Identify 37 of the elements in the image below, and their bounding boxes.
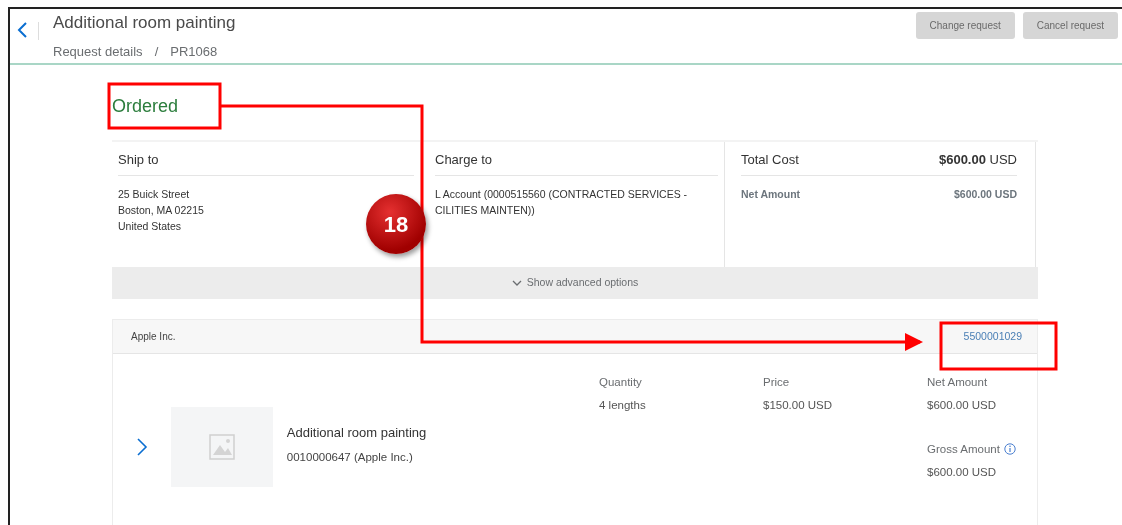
chevron-right-icon (135, 437, 149, 457)
breadcrumb-current: PR1068 (170, 43, 218, 61)
field-label: Gross Amount (927, 441, 1000, 457)
section-title: Charge to (435, 150, 718, 176)
chevron-down-icon (511, 279, 522, 287)
step-badge: 18 (366, 194, 426, 254)
show-advanced-options-button[interactable]: Show advanced options (511, 275, 639, 291)
field-value: 4 lengths (599, 398, 647, 414)
breadcrumb-link[interactable]: Request details (53, 42, 143, 62)
field-label: Quantity (599, 375, 642, 390)
address-line: Boston, MA 02215 (118, 202, 204, 218)
field-label: Price (763, 375, 790, 390)
expand-button[interactable] (135, 437, 149, 457)
item-name: Additional room painting (286, 424, 428, 442)
breadcrumb-separator: / (154, 43, 159, 61)
account-line: L Account (0000515560 (CONTRACTED SERVICES - (435, 186, 688, 202)
amount-value: $600.00 USD (953, 186, 1017, 202)
field-label: Net Amount (927, 375, 988, 390)
status-text: Ordered (112, 96, 179, 116)
back-icon (16, 21, 30, 39)
field-value: $600.00 USD (927, 464, 998, 480)
field-value: $600.00 USD (927, 398, 998, 414)
field-value: $150.00 USD (763, 398, 834, 414)
total-cost-amount: $600.00 USD (938, 151, 1017, 169)
account-line: CILITIES MAINTEN)) (435, 202, 535, 218)
order-number-link[interactable]: 5500001029 (963, 328, 1022, 345)
page-title: Additional room painting (53, 12, 236, 34)
supplier-name: Apple Inc. (131, 330, 176, 344)
image-icon (207, 433, 236, 461)
amount-label: Net Amount (741, 186, 801, 202)
address-line: 25 Buick Street (118, 186, 190, 202)
total-cost-label: Total Cost (741, 151, 799, 169)
item-id: 0010000647 (Apple Inc.) (286, 449, 414, 465)
section-title: Ship to (118, 150, 414, 176)
info-icon[interactable] (1003, 443, 1016, 456)
address-line: United States (118, 218, 182, 234)
back-button[interactable] (16, 21, 30, 39)
